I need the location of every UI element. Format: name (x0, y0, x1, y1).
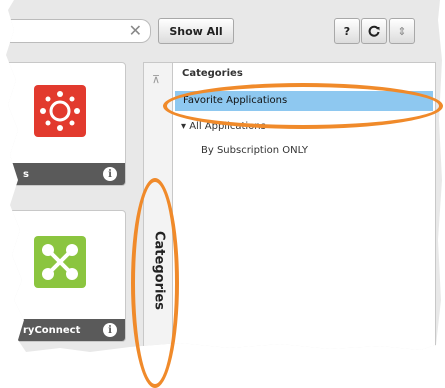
categories-title: Categories (182, 68, 243, 79)
categories-tab-label: Categories (151, 230, 167, 310)
close-icon[interactable]: ✕ (129, 21, 142, 41)
info-icon[interactable]: i (103, 323, 117, 337)
refresh-icon-glyph (368, 25, 380, 37)
category-item-all-applications[interactable]: ▾ All Applications (181, 121, 266, 132)
info-icon[interactable]: i (103, 167, 117, 181)
connect-logo-icon (34, 236, 86, 288)
tile-label: ryConnect (23, 324, 81, 336)
canvas-logo-icon (34, 85, 86, 137)
app-tile[interactable]: s i (6, 62, 126, 186)
categories-panel: Categories Favorite Applications ▾ All A… (172, 62, 436, 352)
categories-tab[interactable]: ⊼ Categories (143, 62, 173, 352)
app-panel: ✕ Show All ? ⇕ s i ryConnect i ⊼ Categor… (6, 0, 442, 352)
tile-label-bar: s i (6, 163, 125, 185)
show-all-button[interactable]: Show All (158, 18, 234, 44)
search-input[interactable]: ✕ (6, 19, 151, 43)
sort-icon[interactable]: ⇕ (389, 18, 415, 44)
category-item-favorite-applications[interactable]: Favorite Applications (175, 91, 433, 111)
pin-icon[interactable]: ⊼ (152, 73, 162, 86)
help-button[interactable]: ? (334, 18, 360, 44)
tile-label-bar: ryConnect i (6, 319, 125, 341)
tile-label: s (23, 168, 29, 180)
app-tile[interactable]: ryConnect i (6, 210, 126, 342)
category-item-by-subscription[interactable]: By Subscription ONLY (201, 145, 308, 156)
refresh-icon[interactable] (361, 18, 387, 44)
